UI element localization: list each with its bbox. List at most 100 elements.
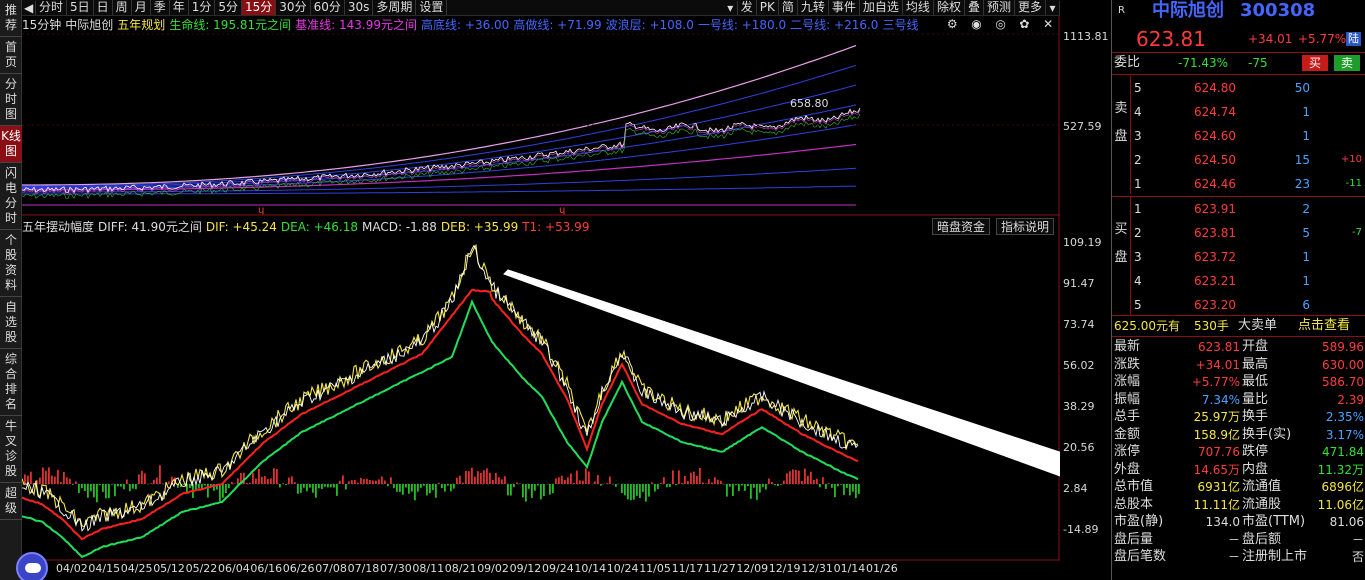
left-nav-item-0[interactable]: 推荐: [0, 0, 22, 37]
big-order-link[interactable]: 点击查看: [1298, 317, 1350, 335]
quote-price-row: 623.81 +34.01 +5.77% 陆: [1112, 26, 1365, 52]
annotation-arrow: [503, 269, 1060, 477]
bid-level: 2: [1134, 226, 1142, 240]
histogram-bar: [435, 484, 437, 498]
stats-label: 金额: [1114, 426, 1141, 442]
stats-label: 总市值: [1114, 479, 1154, 494]
ask-row[interactable]: 2 624.50 15 +10: [1112, 149, 1365, 171]
left-nav-item-4[interactable]: 闪电分时: [0, 163, 22, 230]
big-order-row[interactable]: 625.00元有 530手 大卖单 点击查看: [1112, 317, 1365, 335]
stats-row: 外盘 14.65万 内盘 11.32万: [1112, 461, 1365, 479]
histogram-bar: [657, 484, 659, 490]
histogram-bar: [801, 481, 803, 484]
histogram-bar: [513, 484, 515, 488]
bid-row[interactable]: 4 623.21 1: [1112, 270, 1365, 292]
histogram-bar: [858, 484, 860, 494]
histogram-bar: [744, 484, 746, 491]
histogram-bar: [585, 468, 587, 484]
dark-funds-button[interactable]: 暗盘资金: [932, 218, 991, 235]
bid-row[interactable]: 3 623.72 1: [1112, 246, 1365, 268]
histogram-bar: [606, 483, 608, 484]
bid-row[interactable]: 1 623.91 2: [1112, 198, 1365, 220]
stats-value: 6931亿: [1197, 480, 1240, 494]
histogram-bar: [399, 484, 401, 492]
left-nav-item-1[interactable]: 首页: [0, 37, 22, 74]
histogram-bar: [351, 480, 353, 484]
histogram-bar: [378, 479, 380, 484]
histogram-bar: [198, 484, 200, 489]
histogram-bar: [168, 481, 170, 484]
ask-row[interactable]: 4 624.74 1: [1112, 101, 1365, 123]
histogram-bar: [828, 483, 830, 484]
date-tick: 10/14: [574, 562, 607, 575]
histogram-bar: [438, 482, 440, 484]
histogram-bar: [327, 484, 329, 488]
kline-chart[interactable]: ɥɥ: [22, 0, 1060, 562]
date-tick: 04/15: [88, 562, 121, 575]
left-nav-item-3[interactable]: K线图: [0, 126, 22, 163]
buy-button[interactable]: 买: [1302, 55, 1328, 71]
histogram-bar: [414, 484, 416, 501]
histogram-bar: [342, 475, 344, 484]
histogram-bar: [564, 480, 566, 484]
date-tick: 12/19: [768, 562, 801, 575]
stats-label: 市盈(静): [1114, 514, 1164, 529]
ask-level: 2: [1134, 153, 1142, 167]
date-tick: 09/24: [542, 562, 574, 575]
left-nav-item-5[interactable]: 个股资料: [0, 230, 22, 297]
assistant-icon[interactable]: [16, 552, 48, 580]
histogram-bar: [261, 476, 263, 484]
bid-price: 623.81: [1194, 226, 1236, 240]
sub-title: 五年摆动幅度: [22, 220, 95, 234]
histogram-bar: [822, 477, 824, 484]
divider: [1112, 336, 1365, 337]
histogram-bar: [711, 482, 713, 484]
weibi-row: 委比 -71.43% -75 买 卖: [1112, 54, 1365, 72]
sell-button[interactable]: 卖: [1334, 55, 1360, 71]
histogram-bar: [129, 484, 131, 492]
bid-change: -7: [1352, 227, 1362, 238]
bid-row[interactable]: 5 623.20 6: [1112, 294, 1365, 316]
stats-value: +34.01: [1195, 357, 1240, 372]
left-nav-item-2[interactable]: 分时图: [0, 74, 22, 126]
bid-row[interactable]: 2 623.81 5 -7: [1112, 222, 1365, 244]
ask-row[interactable]: 3 624.60 1: [1112, 125, 1365, 147]
indicator-help-button[interactable]: 指标说明: [996, 218, 1055, 235]
stats-value: －: [1227, 550, 1240, 564]
histogram-bar: [483, 470, 485, 484]
histogram-bar: [477, 471, 479, 484]
histogram-bar: [531, 484, 533, 498]
histogram-bar: [78, 484, 80, 493]
stats-value: 81.06: [1329, 515, 1364, 529]
histogram-bar: [693, 471, 695, 484]
left-nav-item-8[interactable]: 牛叉诊股: [0, 416, 22, 483]
bid-price: 623.20: [1194, 298, 1236, 312]
marker-label: ɥ: [559, 205, 565, 216]
left-nav-item-9[interactable]: 超级: [0, 483, 22, 520]
ask-change: +10: [1340, 154, 1362, 165]
ask-row[interactable]: 5 624.80 50: [1112, 77, 1365, 99]
ask-level: 4: [1134, 105, 1142, 119]
stats-label: 最低: [1242, 374, 1269, 389]
histogram-bar: [750, 484, 752, 499]
ask-level: 1: [1134, 177, 1142, 191]
left-nav-item-7[interactable]: 综合排名: [0, 349, 22, 416]
left-nav-item-6[interactable]: 自选股: [0, 297, 22, 349]
histogram-bar: [402, 484, 404, 495]
ask-row[interactable]: 1 624.46 23 -11: [1112, 173, 1365, 195]
histogram-bar: [75, 481, 77, 484]
lower-axis-label: -14.89: [1063, 523, 1099, 536]
histogram-bar: [384, 480, 386, 484]
lower-axis-label: 38.29: [1063, 400, 1095, 413]
ask-level: 5: [1134, 81, 1142, 95]
histogram-bar: [486, 468, 488, 484]
histogram-bar: [528, 484, 530, 489]
stats-label: 内盘: [1242, 461, 1269, 477]
histogram-bar: [111, 484, 113, 485]
histogram-bar: [759, 484, 761, 493]
bid-volume: 1: [1302, 274, 1310, 288]
histogram-bar: [312, 484, 314, 493]
histogram-bar: [39, 477, 41, 484]
histogram-bar: [834, 484, 836, 498]
lower-oscillator-panel: [22, 243, 862, 559]
